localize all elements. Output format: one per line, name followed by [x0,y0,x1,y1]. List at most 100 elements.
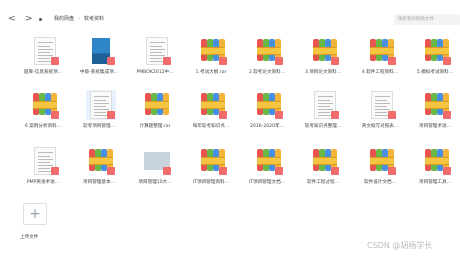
file-item[interactable]: 英文缩写对照表... [355,90,405,140]
file-type-badge-icon [107,111,115,119]
file-item[interactable]: 每年软考知识点... [186,90,236,140]
file-name: 2016-2020年... [249,124,284,129]
file-item[interactable]: 4.软件工程资料... [355,36,405,86]
file-name: 英文缩写对照表... [361,124,399,129]
rar-archive-icon [198,146,228,176]
file-type-badge-icon [388,167,396,175]
file-type-badge-icon [219,111,227,119]
file-name: 每年软考知识点... [192,124,230,129]
file-name: 6.案例分析资料... [24,124,62,129]
file-type-badge-icon [275,57,283,65]
file-item[interactable]: 5.模拟考试资料... [410,36,460,86]
rar-archive-icon [254,90,284,120]
document-thumbnail [86,90,116,120]
book-cover-thumbnail [86,36,116,66]
file-item[interactable]: 题库-信息系统项... [18,36,68,86]
file-name: 2.软考论文资料... [248,70,286,75]
file-name: 5.模拟考试资料... [416,70,454,75]
file-item[interactable]: 软考项目管理... [74,90,124,140]
file-type-badge-icon [107,57,115,65]
file-grid: 题库-信息系统项... 中级-系统集成项... PMBOK2012中... 1.考试大… [0,0,460,258]
document-thumbnail [30,146,60,176]
file-name: 项目管理基本... [83,180,115,185]
file-item[interactable]: 软件设计文档... [355,146,405,196]
rar-archive-icon [422,90,452,120]
rar-archive-icon [310,146,340,176]
rar-archive-icon [142,90,172,120]
file-item[interactable]: 1.考试大纲.rar [186,36,236,86]
file-item[interactable]: 项目管理基本... [74,146,124,196]
file-type-badge-icon [331,111,339,119]
file-name: 题库-信息系统项... [23,70,63,75]
file-type-badge-icon [163,167,171,175]
file-item[interactable]: 软考知识点整理... [298,90,348,140]
plus-icon: + [29,206,41,222]
file-type-badge-icon [107,167,115,175]
file-item[interactable]: PMBOK2012中... [130,36,180,86]
file-item[interactable]: 2.软考论文资料... [242,36,292,86]
file-name: 软件工程过程... [307,180,339,185]
file-type-badge-icon [51,167,59,175]
file-type-badge-icon [51,111,59,119]
file-name: 3.项目论文资料... [304,70,342,75]
file-type-badge-icon [331,167,339,175]
rar-archive-icon [86,146,116,176]
file-type-badge-icon [388,57,396,65]
file-name: 软件设计文档... [364,180,396,185]
file-name: 项目管理术语... [419,124,451,129]
document-thumbnail [30,36,60,66]
file-type-badge-icon [275,111,283,119]
file-item[interactable]: 3.项目论文资料... [298,36,348,86]
file-item[interactable]: 中级-系统集成项... [74,36,124,86]
file-name: 1.考试大纲.rar [195,70,227,75]
watermark: CSDN @胡杨学长 [367,241,433,250]
rar-archive-icon [310,36,340,66]
rar-archive-icon [254,36,284,66]
image-thumbnail [142,146,172,176]
upload-label: 上传文件 [20,235,39,240]
file-item[interactable]: 项目管理工具... [410,146,460,196]
file-type-badge-icon [163,57,171,65]
rar-archive-icon [198,36,228,66]
file-item[interactable]: 计算题整理.rar [130,90,180,140]
rar-archive-icon [30,90,60,120]
rar-archive-icon [198,90,228,120]
file-type-badge-icon [443,111,451,119]
file-type-badge-icon [219,57,227,65]
document-thumbnail [142,36,172,66]
file-item[interactable]: PMP英语术语... [18,146,68,196]
document-thumbnail [367,90,397,120]
file-name: 计算题整理.rar [139,124,171,129]
file-item[interactable]: 软件工程过程... [298,146,348,196]
file-type-badge-icon [331,57,339,65]
file-type-badge-icon [51,57,59,65]
rar-archive-icon [254,146,284,176]
file-name: 软考项目管理... [83,124,115,129]
file-item[interactable]: IT项目管理资料... [186,146,236,196]
file-item[interactable]: 6.案例分析资料... [18,90,68,140]
upload-button[interactable]: + [23,203,47,225]
file-type-badge-icon [275,167,283,175]
file-type-badge-icon [219,167,227,175]
file-item[interactable]: 项目管理10大... [130,146,180,196]
file-name: 中级-系统集成项... [79,70,119,75]
file-name: 项目管理10大... [138,180,172,185]
file-type-badge-icon [443,167,451,175]
file-name: PMBOK2012中... [136,70,174,75]
file-name: 4.软件工程资料... [361,70,399,75]
file-type-badge-icon [388,111,396,119]
file-name: IT项目管理资料... [192,180,230,185]
file-item[interactable]: 2016-2020年... [242,90,292,140]
rar-archive-icon [422,146,452,176]
file-name: 软考知识点整理... [304,124,342,129]
file-item[interactable]: IT项目管理文档... [242,146,292,196]
file-name: IT项目管理文档... [248,180,286,185]
rar-archive-icon [422,36,452,66]
rar-archive-icon [367,146,397,176]
document-thumbnail [310,90,340,120]
rar-archive-icon [367,36,397,66]
file-item[interactable]: 项目管理术语... [410,90,460,140]
file-type-badge-icon [443,57,451,65]
file-name: 项目管理工具... [419,180,451,185]
file-name: PMP英语术语... [26,180,60,185]
